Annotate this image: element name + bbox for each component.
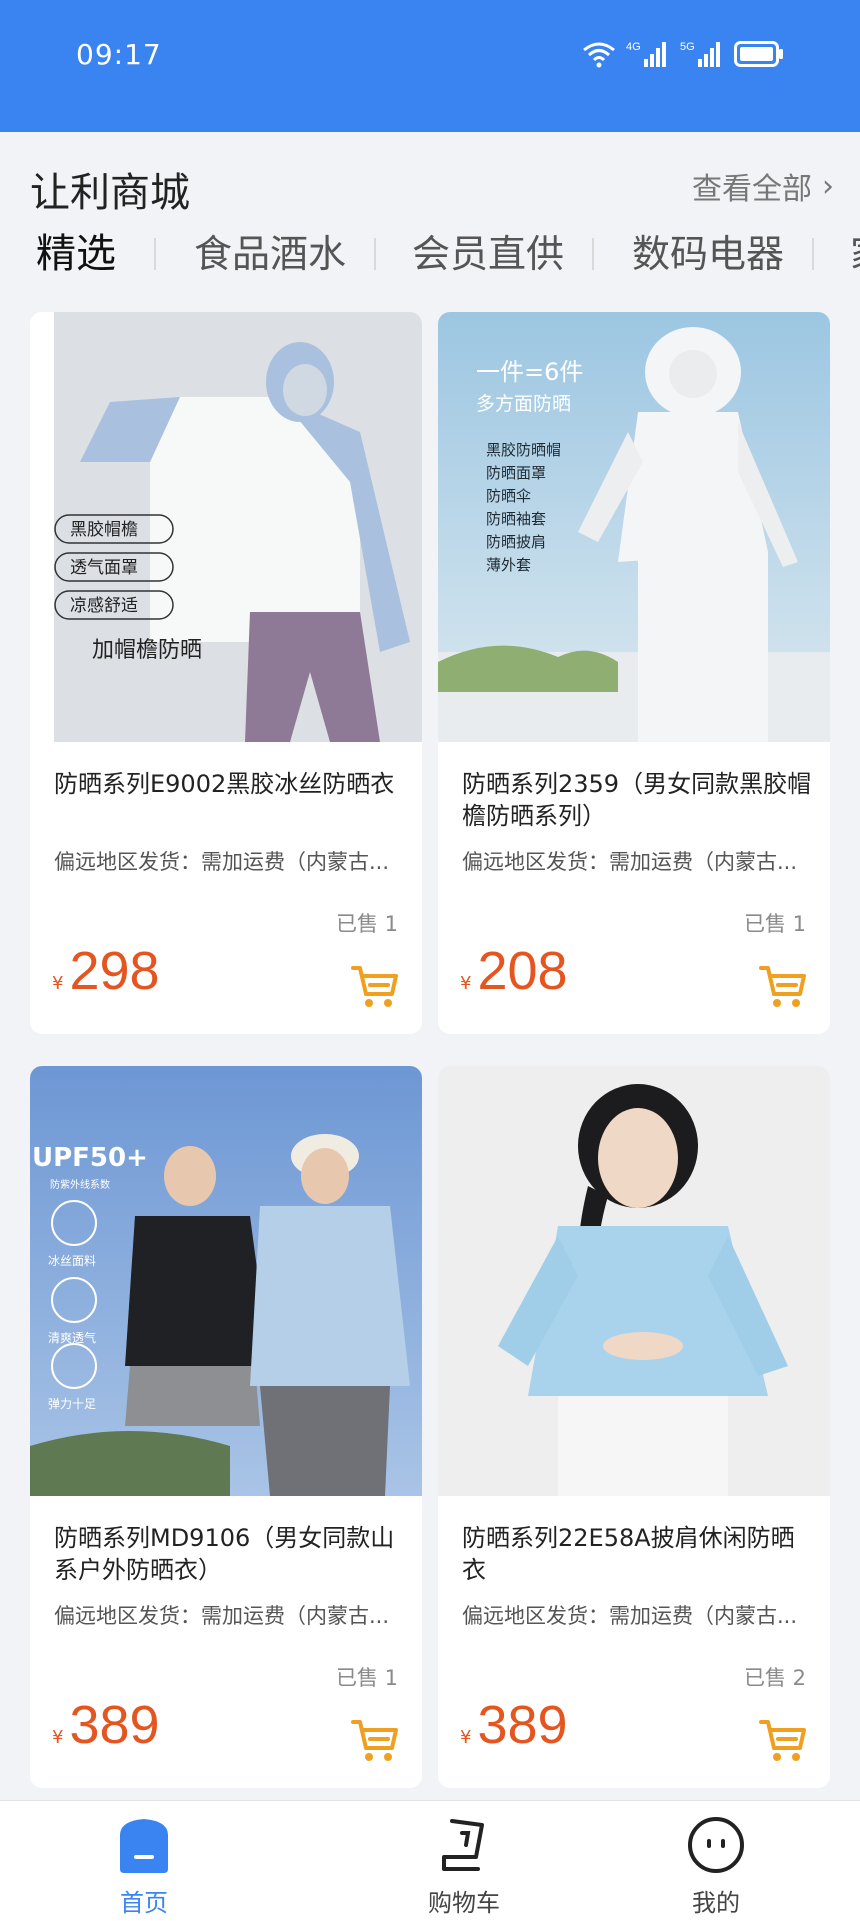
price: ¥ 298	[52, 940, 160, 1002]
status-icons: 4G 5G	[582, 36, 784, 72]
price-value: 389	[69, 1695, 160, 1755]
image-list-item: 防晒伞	[486, 487, 531, 505]
image-tag: 凉感舒适	[70, 596, 138, 616]
image-list-item: 防晒袖套	[486, 510, 546, 528]
currency-symbol: ¥	[52, 1727, 64, 1748]
signal-4g-icon: 4G	[626, 41, 666, 67]
image-subhead: 防紫外线系数	[50, 1178, 110, 1191]
status-time: 09:17	[76, 38, 162, 71]
image-list-item: 薄外套	[486, 556, 531, 574]
image-feature: 清爽透气	[48, 1330, 96, 1345]
product-title: 防晒系列22E58A披肩休闲防晒衣	[462, 1524, 795, 1584]
cart-icon	[442, 1819, 484, 1871]
image-feature: 冰丝面料	[48, 1254, 96, 1268]
tab-divider	[592, 238, 594, 270]
tab-divider	[812, 238, 814, 270]
nav-cart[interactable]: 购物车	[394, 1815, 534, 1918]
category-tabs: 精选 食品酒水 会员直供 数码电器 家	[0, 226, 860, 282]
price: ¥ 389	[460, 1694, 568, 1756]
add-to-cart-icon[interactable]	[350, 1716, 400, 1764]
product-image: 黑胶帽檐 透气面罩 凉感舒适 加帽檐防晒	[30, 312, 422, 742]
product-card[interactable]: UPF50+ 防紫外线系数 冰丝面料 清爽透气 弹力十足 防晒系列MD9106（…	[30, 1066, 422, 1788]
nav-profile-label: 我的	[692, 1889, 740, 1917]
profile-icon	[688, 1817, 744, 1873]
product-image: 一件=6件 多方面防晒 黑胶防晒帽 防晒面罩 防晒伞 防晒袖套 防晒披肩 薄外套	[438, 312, 830, 742]
add-to-cart-icon[interactable]	[758, 1716, 808, 1764]
chevron-right-icon: ›	[822, 168, 834, 204]
bottom-navigation: 首页 购物车 我的	[0, 1800, 860, 1921]
nav-home-label: 首页	[120, 1889, 168, 1917]
signal-5g-label: 5G	[680, 41, 695, 53]
image-list-item: 黑胶防晒帽	[486, 441, 561, 459]
shipping-note: 偏远地区发货：需加运费（内蒙古...	[462, 1604, 798, 1628]
tab-divider	[154, 238, 156, 270]
tab-member-direct[interactable]: 会员直供	[412, 226, 564, 282]
tab-featured[interactable]: 精选	[36, 226, 116, 282]
image-headline: 一件=6件	[476, 358, 583, 386]
image-caption: 加帽檐防晒	[92, 638, 202, 663]
product-image	[438, 1066, 830, 1496]
sold-count: 已售 1	[335, 912, 398, 936]
see-all-label: 查看全部	[692, 172, 812, 207]
nav-profile[interactable]: 我的	[646, 1815, 786, 1918]
price: ¥ 389	[52, 1694, 160, 1756]
image-headline: UPF50+	[32, 1143, 148, 1173]
shipping-note: 偏远地区发货：需加运费（内蒙古...	[54, 850, 390, 874]
shipping-note: 偏远地区发货：需加运费（内蒙古...	[462, 850, 798, 874]
nav-home[interactable]: 首页	[74, 1815, 214, 1918]
product-title: 防晒系列E9002黑胶冰丝防晒衣	[54, 770, 395, 798]
image-feature: 弹力十足	[48, 1397, 96, 1411]
add-to-cart-icon[interactable]	[758, 962, 808, 1010]
price-value: 298	[69, 941, 160, 1001]
product-image: UPF50+ 防紫外线系数 冰丝面料 清爽透气 弹力十足	[30, 1066, 422, 1496]
product-title: 防晒系列MD9106（男女同款山系户外防晒衣）	[54, 1524, 395, 1584]
product-card[interactable]: 黑胶帽檐 透气面罩 凉感舒适 加帽檐防晒 防晒系列E9002黑胶冰丝防晒衣 偏远…	[30, 312, 422, 1034]
page-title: 让利商城	[30, 170, 190, 216]
sold-count: 已售 1	[335, 1666, 398, 1690]
product-card[interactable]: 一件=6件 多方面防晒 黑胶防晒帽 防晒面罩 防晒伞 防晒袖套 防晒披肩 薄外套…	[438, 312, 830, 1034]
image-list-item: 防晒披肩	[486, 533, 546, 551]
wifi-icon	[583, 42, 615, 68]
product-card[interactable]: 防晒系列22E58A披肩休闲防晒衣 偏远地区发货：需加运费（内蒙古... 已售 …	[438, 1066, 830, 1788]
tab-digital-appliances[interactable]: 数码电器	[632, 226, 784, 282]
image-list-item: 防晒面罩	[486, 464, 546, 482]
currency-symbol: ¥	[460, 1727, 472, 1748]
price-value: 389	[477, 1695, 568, 1755]
price: ¥ 208	[460, 940, 568, 1002]
image-subhead: 多方面防晒	[476, 393, 571, 415]
add-to-cart-icon[interactable]	[350, 962, 400, 1010]
product-title: 防晒系列2359（男女同款黑胶帽檐防晒系列）	[462, 770, 812, 830]
sold-count: 已售 1	[743, 912, 806, 936]
signal-4g-label: 4G	[626, 41, 641, 53]
see-all-link[interactable]: 查看全部 ›	[692, 164, 834, 208]
tab-divider	[374, 238, 376, 270]
shipping-note: 偏远地区发货：需加运费（内蒙古...	[54, 1604, 390, 1628]
tab-food-drinks[interactable]: 食品酒水	[194, 226, 346, 282]
image-tag: 黑胶帽檐	[70, 520, 138, 540]
signal-5g-icon: 5G	[680, 41, 720, 67]
battery-icon	[734, 41, 783, 67]
image-tag: 透气面罩	[70, 558, 138, 578]
home-icon	[120, 1819, 168, 1873]
price-value: 208	[477, 941, 568, 1001]
tab-home-partial[interactable]: 家	[850, 226, 860, 282]
currency-symbol: ¥	[52, 973, 64, 994]
nav-cart-label: 购物车	[428, 1889, 500, 1917]
status-bar: 09:17 4G 5G	[0, 0, 860, 132]
currency-symbol: ¥	[460, 973, 472, 994]
sold-count: 已售 2	[743, 1666, 806, 1690]
